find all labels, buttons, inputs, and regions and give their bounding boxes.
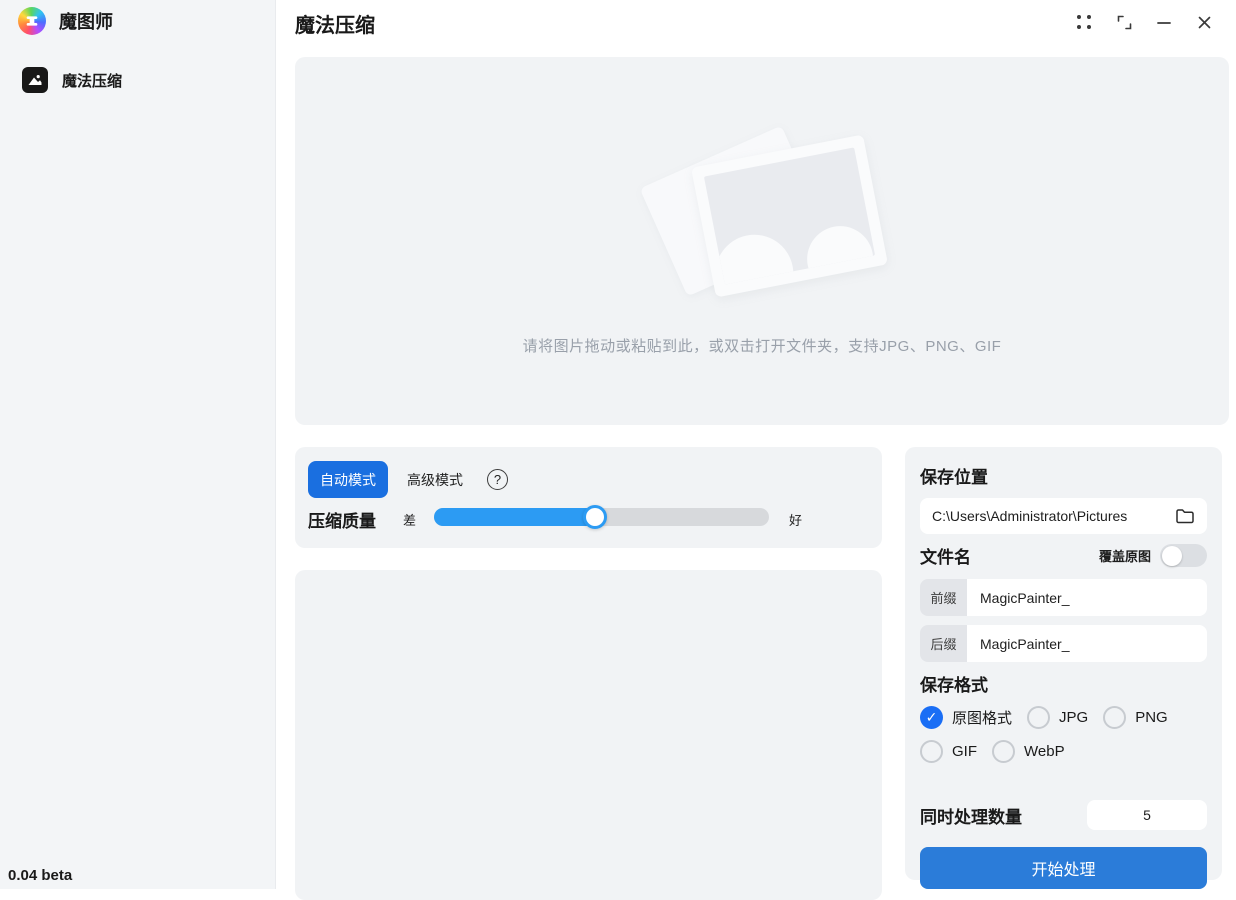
format-radio-jpg[interactable]: JPG <box>1027 706 1088 729</box>
tab-auto-mode[interactable]: 自动模式 <box>308 461 388 498</box>
help-icon[interactable]: ? <box>487 469 508 490</box>
save-format-heading: 保存格式 <box>920 671 1207 696</box>
overwrite-label: 覆盖原图 <box>1099 546 1151 565</box>
toggle-knob <box>1162 546 1182 566</box>
stacked-photos-icon <box>647 122 877 312</box>
suffix-field: 后缀 <box>920 625 1207 662</box>
tab-advanced-mode[interactable]: 高级模式 <box>407 461 463 498</box>
version-label: 0.04 beta <box>8 867 72 884</box>
prefix-field: 前缀 <box>920 579 1207 616</box>
app-logo-icon <box>18 7 46 35</box>
close-icon[interactable] <box>1184 8 1224 36</box>
page-title: 魔法压缩 <box>295 9 375 38</box>
quality-min-label: 差 <box>403 510 416 529</box>
image-icon <box>22 67 48 93</box>
format-radio-gif[interactable]: GIF <box>920 740 977 763</box>
compression-settings-card: 自动模式 高级模式 ? 压缩质量 差 好 <box>295 447 882 548</box>
image-dropzone[interactable]: 请将图片拖动或粘贴到此，或双击打开文件夹，支持JPG、PNG、GIF <box>295 57 1229 425</box>
prefix-label: 前缀 <box>920 579 967 616</box>
format-radio-original[interactable]: ✓ 原图格式 <box>920 706 1012 729</box>
quality-max-label: 好 <box>789 510 802 529</box>
app-title: 魔图师 <box>59 8 113 34</box>
radio-icon <box>1027 706 1050 729</box>
expand-icon[interactable] <box>1104 8 1144 36</box>
sidebar: 魔图师 魔法压缩 0.04 beta <box>0 0 276 889</box>
radio-icon <box>992 740 1015 763</box>
save-settings-panel: 保存位置 文件名 覆盖原图 前缀 后缀 <box>905 447 1222 880</box>
sidebar-item-label: 魔法压缩 <box>62 70 122 91</box>
format-radio-webp[interactable]: WebP <box>992 740 1065 763</box>
filename-heading: 文件名 <box>920 543 971 568</box>
radio-checked-icon: ✓ <box>920 706 943 729</box>
save-location-field <box>920 498 1207 534</box>
window-controls <box>1064 8 1224 36</box>
minimize-icon[interactable] <box>1144 8 1184 36</box>
sidebar-item-magic-compress[interactable]: 魔法压缩 <box>22 67 275 93</box>
radio-icon <box>920 740 943 763</box>
start-processing-button[interactable]: 开始处理 <box>920 847 1207 889</box>
prefix-input[interactable] <box>967 579 1207 616</box>
suffix-input[interactable] <box>967 625 1207 662</box>
folder-icon[interactable] <box>1175 507 1195 525</box>
format-radio-png[interactable]: PNG <box>1103 706 1168 729</box>
app-logo-row: 魔图师 <box>0 0 275 35</box>
quality-slider-fill <box>434 508 595 526</box>
quality-slider[interactable] <box>434 508 769 526</box>
radio-icon <box>1103 706 1126 729</box>
suffix-label: 后缀 <box>920 625 967 662</box>
save-location-heading: 保存位置 <box>920 463 1207 488</box>
quality-slider-thumb[interactable] <box>583 505 607 529</box>
overwrite-toggle[interactable] <box>1160 544 1207 567</box>
quality-label: 压缩质量 <box>308 507 376 532</box>
main-area: 魔法压缩 请将图片拖动或粘贴到此，或双击打开文件夹，支持JPG、PNG、GIF … <box>276 0 1236 889</box>
file-list-area <box>295 570 882 900</box>
save-location-input[interactable] <box>932 508 1175 524</box>
concurrency-input[interactable] <box>1087 800 1207 830</box>
dropzone-hint: 请将图片拖动或粘贴到此，或双击打开文件夹，支持JPG、PNG、GIF <box>295 335 1229 356</box>
concurrency-label: 同时处理数量 <box>920 803 1022 828</box>
dots-grid-icon[interactable] <box>1064 8 1104 36</box>
